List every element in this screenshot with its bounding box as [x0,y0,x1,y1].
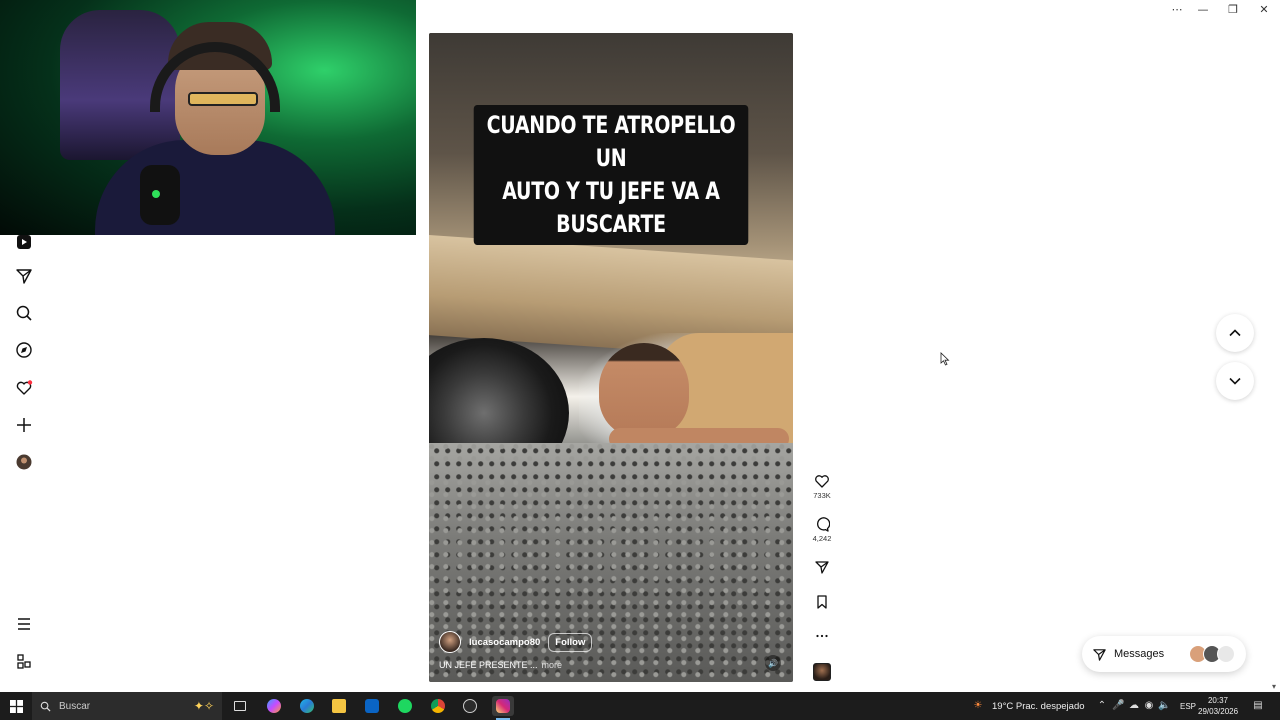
reel-author: lucasocampo80 Follow [439,631,593,653]
maximize-button[interactable]: ❐ [1224,3,1242,17]
more-link[interactable]: more [542,660,563,670]
task-view-button[interactable] [229,696,251,716]
spotify-app[interactable] [394,696,416,716]
heart-icon [815,475,829,488]
overflow-menu-button[interactable]: ⋯ [1168,3,1186,17]
copilot-app[interactable] [263,696,285,716]
author-username[interactable]: lucasocampo80 [469,637,540,648]
obs-app[interactable] [459,696,481,716]
clock-time: 20:37 [1207,696,1229,705]
caption-line: AUTO Y TU JEFE VA A BUSCARTE [502,177,720,238]
weather-text[interactable]: 19°C Prac. despejado [992,701,1085,712]
clock[interactable]: 20:37 29/03/2026 [1198,695,1238,717]
chevron-down-icon [1229,377,1241,385]
search-placeholder: Buscar [59,700,91,712]
threads-icon[interactable] [14,652,34,672]
outlook-app[interactable] [361,696,383,716]
language-indicator[interactable]: ESP [1180,702,1196,711]
bookmark-icon [817,595,827,609]
tray-overflow-icon[interactable]: ⌃ [1096,700,1108,712]
microphone-icon[interactable]: 🎤 [1112,700,1124,712]
comment-button[interactable]: 4,242 [810,516,834,543]
comment-count: 4,242 [812,534,832,543]
messages-button[interactable]: Messages [1082,636,1246,672]
explore-icon[interactable] [14,340,34,360]
volume-icon[interactable]: 🔈 [1158,700,1170,712]
search-icon[interactable] [14,303,34,323]
screen: ⋯ — ❐ ✕ CUANDO TE ATROPELLO UN AUTO Y TU… [0,0,1280,720]
onedrive-icon[interactable]: ☁ [1128,700,1140,712]
chrome-app[interactable] [427,696,449,716]
caption-line: CUANDO TE ATROPELLO UN [486,111,736,172]
reels-icon[interactable] [14,232,34,252]
search-highlight-icon: ✦✧ [193,699,214,713]
clock-date: 29/03/2026 [1198,707,1239,716]
comment-icon [817,517,830,532]
file-explorer-app[interactable] [328,696,350,716]
mouse-cursor-icon [940,352,950,366]
notifications-icon[interactable] [14,378,34,398]
edge-app[interactable] [296,696,318,716]
taskbar: Buscar ✦✧ ☀ 19°C Prac. despejado ⌃ 🎤 ☁ ◉… [0,692,1280,720]
messages-label: Messages [1114,648,1165,660]
profile-avatar[interactable] [14,452,34,472]
options-button[interactable] [810,628,834,644]
network-icon[interactable]: ◉ [1143,700,1155,712]
follow-button[interactable]: Follow [548,632,593,652]
like-count: 733K [813,491,831,500]
share-icon [815,561,829,574]
webcam-overlay [0,0,416,235]
instagram-app[interactable] [492,696,514,716]
like-button[interactable]: 733K [810,473,834,500]
author-avatar[interactable] [439,631,461,653]
reel-video[interactable]: CUANDO TE ATROPELLO UN AUTO Y TU JEFE VA… [429,33,793,682]
audio-thumbnail[interactable] [813,663,831,681]
minimize-button[interactable]: — [1194,3,1212,17]
reel-description: UN JEFE PRESENTE ... more [439,660,562,670]
window-titlebar: ⋯ — ❐ ✕ [416,0,1280,20]
taskbar-search[interactable]: Buscar ✦✧ [32,692,222,720]
contact-avatar [1217,645,1235,663]
more-menu-icon[interactable] [14,614,34,634]
start-button[interactable] [0,692,32,720]
weather-icon: ☀ [973,700,983,711]
notifications-icon[interactable]: ▤ [1252,700,1264,712]
windows-logo-icon [9,699,23,713]
messages-icon[interactable] [14,266,34,286]
description-text: UN JEFE PRESENTE ... [439,660,538,670]
create-icon[interactable] [14,415,34,435]
video-caption-overlay: CUANDO TE ATROPELLO UN AUTO Y TU JEFE VA… [473,105,749,245]
messages-icon [1093,648,1106,661]
more-options-icon [816,634,828,638]
chevron-up-icon [1229,329,1241,337]
scroll-down-arrow-icon[interactable]: ▾ [1272,682,1276,691]
next-reel-button[interactable] [1216,362,1254,400]
search-icon [40,701,51,712]
save-button[interactable] [810,594,834,610]
share-button[interactable] [810,559,834,575]
volume-icon[interactable]: 🔊 [765,655,781,671]
previous-reel-button[interactable] [1216,314,1254,352]
close-button[interactable]: ✕ [1255,3,1273,17]
